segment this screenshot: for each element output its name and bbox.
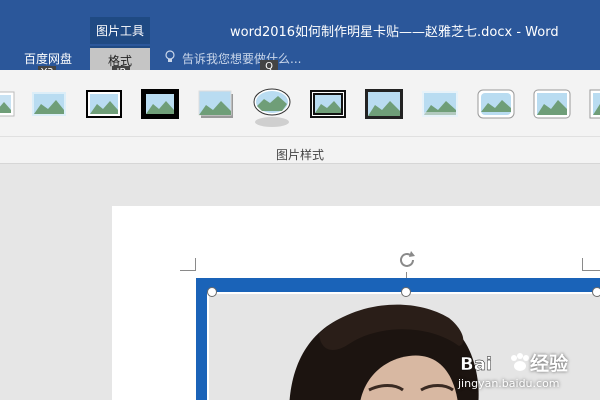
picture-style-double-frame-black[interactable] [84,86,124,122]
ribbon-divider [0,136,600,137]
tell-me-search[interactable]: 告诉我您想要做什么... [182,50,301,67]
watermark-url: jingyan.baidu.com [458,377,560,390]
margin-mark-right-vertical [582,258,583,271]
resize-handle-top-center[interactable] [401,287,411,297]
margin-mark-left-vertical [195,258,196,271]
margin-mark-left-horizontal [180,270,196,271]
picture-style-center-shadow-rectangle[interactable] [364,86,404,122]
rotate-handle-icon[interactable] [395,248,419,272]
picture-style-thick-matte-black[interactable] [140,86,180,122]
picture-style-oval-reflection[interactable] [252,86,292,128]
picture-style-snip-diagonal-corner[interactable] [532,86,572,122]
watermark-brand: 经验 [530,353,569,375]
picture-style-soft-edge-rectangle[interactable] [29,86,69,122]
picture-style-metal-frame-black[interactable] [308,86,348,122]
picture-tools-label: 图片工具 [95,24,144,38]
picture-style-rounded-diagonal-corner[interactable] [476,86,516,122]
ribbon-panel: 图片样式 [0,70,600,164]
svg-text:Bai: Bai [460,354,492,375]
picture-style-drop-shadow-rectangle[interactable] [196,86,236,122]
picture-styles-gallery [0,82,600,132]
picture-style-simple-frame-white-partial[interactable] [0,86,18,122]
resize-handle-top-left[interactable] [207,287,217,297]
word-window: 图片工具 word2016如何制作明星卡贴——赵雅芝七.docx - Word … [0,0,600,400]
title-bar: 图片工具 word2016如何制作明星卡贴——赵雅芝七.docx - Word … [0,0,600,70]
picture-style-reflected-bevel-partial[interactable] [588,86,600,122]
picture-styles-group-label: 图片样式 [275,148,324,162]
margin-mark-right-horizontal [582,270,600,271]
lightbulb-icon [165,50,175,62]
resize-handle-top-right[interactable] [592,287,600,297]
document-title: word2016如何制作明星卡贴——赵雅芝七.docx - Word [230,25,559,40]
picture-style-soft-edge-rectangle-2[interactable] [420,86,460,122]
picture-tools-context-group: 图片工具 [90,17,150,44]
